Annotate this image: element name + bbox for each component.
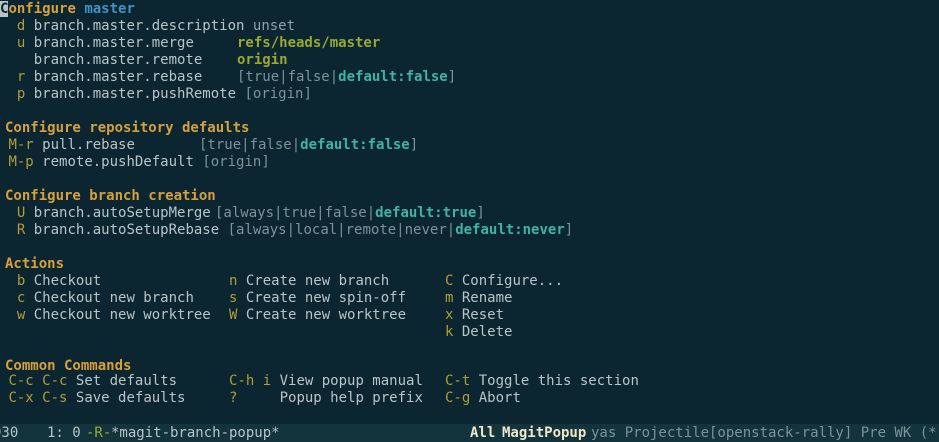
key: r <box>16 69 26 85</box>
option-name: remote.pushDefault <box>42 154 194 170</box>
action-reset[interactable]: x Reset <box>445 307 504 324</box>
key: b <box>16 273 26 289</box>
buffer-state: -R- <box>86 425 112 441</box>
action-checkout[interactable]: b Checkout <box>0 273 101 290</box>
key: p <box>16 86 26 102</box>
action-label: Checkout <box>33 273 102 289</box>
command-popup-help-prefix[interactable]: ? Popup help prefix <box>229 390 423 407</box>
action-label: Rename <box>461 290 513 306</box>
action-label: Reset <box>461 307 505 323</box>
branch-name: master <box>84 1 135 17</box>
key: ? <box>229 390 238 406</box>
option-name: branch.master.remote <box>33 52 203 68</box>
key: u <box>16 35 26 51</box>
key: C-c C-c <box>8 373 68 389</box>
option-choices-pull-rebase: [true|false|default:false] <box>199 137 419 153</box>
buffer-name: *magit-branch-popup* <box>111 425 280 441</box>
key: C-t <box>445 373 471 389</box>
command-abort[interactable]: C-g Abort <box>445 390 521 407</box>
actions-heading: Actions <box>5 256 65 272</box>
key: M-r <box>8 137 34 153</box>
magit-branch-popup-buffer: Configure master d branch.master.descrip… <box>0 0 939 424</box>
config-row-push-default[interactable]: M-p remote.pushDefault [origin] <box>0 154 270 171</box>
command-label: Abort <box>478 390 521 406</box>
action-configure[interactable]: C Configure... <box>445 273 563 290</box>
window-number: 930 <box>0 425 19 441</box>
action-label: Create new branch <box>245 273 390 289</box>
command-toggle-section[interactable]: C-t Toggle this section <box>445 373 639 390</box>
option-value-merge: refs/heads/master <box>237 35 381 51</box>
option-name: pull.rebase <box>42 137 135 153</box>
action-create-new-spin-off[interactable]: s Create new spin-off <box>229 290 406 307</box>
action-delete[interactable]: k Delete <box>445 324 512 341</box>
config-row-description[interactable]: d branch.master.description unset <box>0 18 295 35</box>
branch-creation-heading: Configure branch creation <box>5 188 216 204</box>
option-choices-autosetupmerge: [always|true|false|default:true] <box>215 205 485 221</box>
config-row-pull-rebase[interactable]: M-r pull.rebase <box>0 137 135 154</box>
command-label: Popup help prefix <box>279 390 423 406</box>
command-set-defaults[interactable]: C-c C-c Set defaults <box>0 373 177 390</box>
option-name: branch.master.pushRemote <box>33 86 237 102</box>
minor-modes[interactable]: yas Projectile[openstack-rally] Pre WK (… <box>591 424 939 442</box>
action-rename[interactable]: m Rename <box>445 290 512 307</box>
key: s <box>229 290 238 306</box>
option-value: unset <box>252 18 296 34</box>
command-label: Set defaults <box>75 373 178 389</box>
configure-master-heading: Configure master <box>0 1 135 17</box>
option-name: branch.master.merge <box>33 35 194 51</box>
config-row-autosetuprebase[interactable]: R branch.autoSetupRebase [always|local|r… <box>0 222 573 239</box>
action-label: Create new worktree <box>245 307 407 323</box>
config-row-rebase[interactable]: r branch.master.rebase <box>0 69 202 86</box>
key: w <box>16 307 26 323</box>
command-label: Toggle this section <box>478 373 639 389</box>
action-label: Checkout new worktree <box>33 307 211 323</box>
key: c <box>16 290 26 306</box>
config-row-remote[interactable]: branch.master.remote <box>0 52 203 69</box>
option-value: [origin] <box>202 154 270 170</box>
option-name: branch.master.description <box>33 18 245 34</box>
scroll-position: All <box>470 425 496 441</box>
key: x <box>445 307 454 323</box>
key: W <box>229 307 238 323</box>
action-label: Delete <box>461 324 513 340</box>
command-label: View popup manual <box>279 373 423 389</box>
command-view-popup-manual[interactable]: C-h i View popup manual <box>229 373 423 390</box>
major-mode[interactable]: MagitPopup <box>502 424 586 442</box>
option-name: branch.master.rebase <box>33 69 203 85</box>
action-label: Checkout new branch <box>33 290 194 306</box>
action-checkout-new-branch[interactable]: c Checkout new branch <box>0 290 194 307</box>
key: R <box>16 222 26 238</box>
key: n <box>229 273 238 289</box>
config-row-merge[interactable]: u branch.master.merge <box>0 35 194 52</box>
action-create-new-worktree[interactable]: W Create new worktree <box>229 307 406 324</box>
option-choices-rebase: [true|false|default:false] <box>237 69 457 85</box>
key: C-h i <box>229 373 272 389</box>
key: m <box>445 290 454 306</box>
repo-defaults-heading: Configure repository defaults <box>5 120 250 136</box>
command-save-defaults[interactable]: C-x C-s Save defaults <box>0 390 185 407</box>
action-label: Configure... <box>461 273 564 289</box>
option-name: branch.autoSetupMerge <box>33 205 211 221</box>
key: C-g <box>445 390 471 406</box>
option-value-remote: origin <box>237 52 288 68</box>
action-label: Create new spin-off <box>245 290 407 306</box>
key: M-p <box>8 154 34 170</box>
mode-line: 930 1: 0 -R- *magit-branch-popup* All Ma… <box>0 424 939 442</box>
option-value: [origin] <box>244 86 312 102</box>
key: d <box>16 18 26 34</box>
key: C <box>445 273 454 289</box>
config-row-autosetupmerge[interactable]: U branch.autoSetupMerge <box>0 205 211 222</box>
option-name: branch.autoSetupRebase <box>33 222 220 238</box>
key: U <box>16 205 26 221</box>
config-row-pushremote[interactable]: p branch.master.pushRemote [origin] <box>0 86 312 103</box>
cursor-position: 1: 0 <box>47 425 81 441</box>
key: k <box>445 324 454 340</box>
action-create-new-branch[interactable]: n Create new branch <box>229 273 389 290</box>
key: C-x C-s <box>8 390 68 406</box>
command-label: Save defaults <box>75 390 186 406</box>
action-checkout-new-worktree[interactable]: w Checkout new worktree <box>0 307 211 324</box>
